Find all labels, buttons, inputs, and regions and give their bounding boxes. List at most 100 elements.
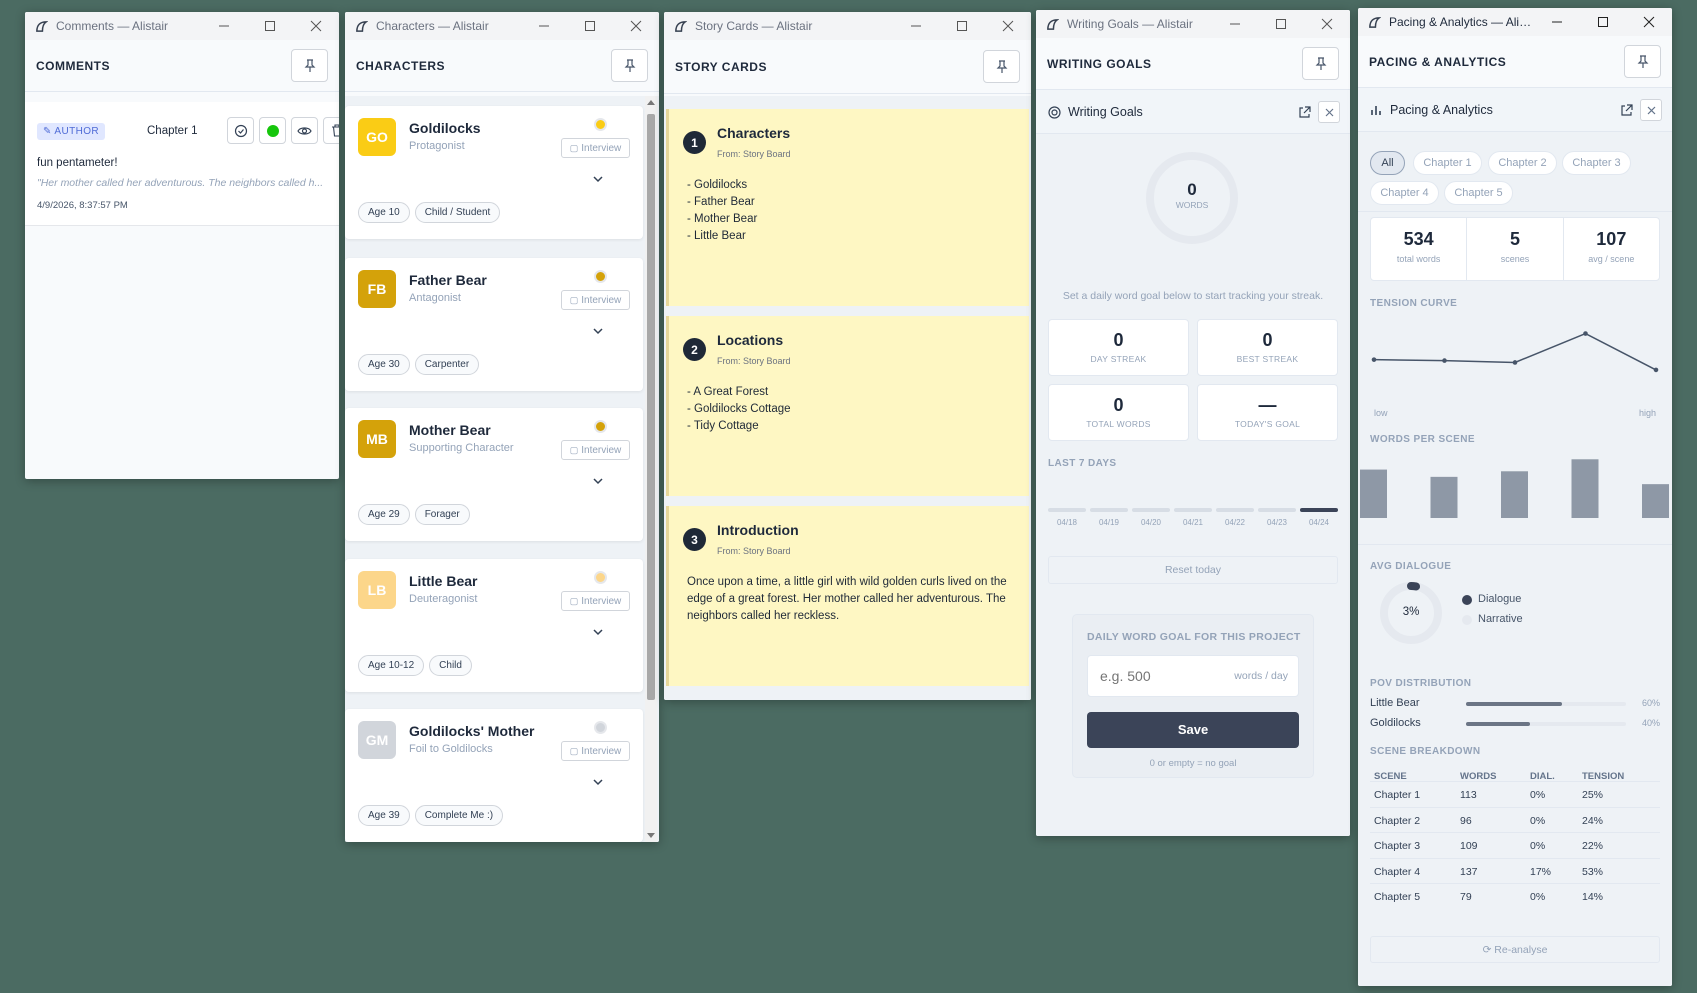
minimize-icon[interactable]: [1534, 8, 1580, 36]
interview-button[interactable]: ▢ Interview: [561, 741, 630, 761]
scrollbar[interactable]: [645, 96, 657, 842]
delete-button[interactable]: [323, 117, 339, 144]
save-button[interactable]: Save: [1087, 712, 1299, 748]
minimize-icon[interactable]: [1212, 10, 1258, 38]
pov-name: Goldilocks: [1370, 717, 1421, 729]
dialogue-label: AVG DIALOGUE: [1370, 561, 1452, 572]
scene-bar: [1360, 469, 1387, 518]
status-dot-icon[interactable]: [594, 420, 607, 433]
table-row[interactable]: Chapter 5 79 0% 14%: [1370, 884, 1660, 910]
title-bar[interactable]: Comments — Alistair: [25, 12, 339, 40]
external-link-icon: [1620, 103, 1633, 116]
day-label: 04/18: [1056, 518, 1078, 527]
avg-scene-stat: 107 avg / scene: [1588, 229, 1635, 264]
legend-narrative-swatch: [1462, 615, 1472, 625]
character-name: Little Bear: [409, 573, 478, 589]
status-dot-icon[interactable]: [594, 721, 607, 734]
character-card[interactable]: GO Goldilocks Protagonist ▢ Interview Age 10 C…: [345, 106, 643, 239]
pin-button[interactable]: [1302, 47, 1339, 80]
status-dot-icon[interactable]: [594, 270, 607, 283]
tab-all[interactable]: All: [1370, 151, 1405, 175]
comment-quote: "Her mother called her adventurous. The …: [37, 177, 324, 189]
character-card[interactable]: FB Father Bear Antagonist ▢ Interview Age 30 C…: [345, 258, 643, 391]
tab-chapter-4[interactable]: Chapter 4: [1370, 181, 1439, 205]
interview-button[interactable]: ▢ Interview: [561, 440, 630, 460]
reset-today-button[interactable]: Reset today: [1048, 556, 1338, 584]
close-icon[interactable]: [985, 12, 1031, 40]
resolve-button[interactable]: [227, 117, 254, 144]
popout-button[interactable]: [1294, 102, 1314, 122]
interview-button[interactable]: ▢ Interview: [561, 290, 630, 310]
story-card[interactable]: 2 Locations From: Story Board - A Great …: [666, 316, 1029, 496]
close-icon[interactable]: [293, 12, 339, 40]
character-card[interactable]: LB Little Bear Deuteragonist ▢ Interview Age …: [345, 559, 643, 692]
pin-button[interactable]: [291, 49, 328, 82]
scroll-up-icon[interactable]: [647, 100, 655, 105]
table-cell: 113: [1460, 789, 1477, 801]
app-logo-icon: [1047, 18, 1059, 30]
tension-point: [1583, 331, 1588, 336]
close-icon[interactable]: [613, 12, 659, 40]
scroll-thumb[interactable]: [647, 114, 655, 700]
tab-chapter-1[interactable]: Chapter 1: [1413, 151, 1482, 175]
tab-chapter-2[interactable]: Chapter 2: [1488, 151, 1557, 175]
legend-narrative: Narrative: [1478, 613, 1523, 625]
close-icon[interactable]: [1626, 8, 1672, 36]
title-bar[interactable]: Writing Goals — Alistair: [1036, 10, 1350, 38]
title-bar[interactable]: Characters — Alistair: [345, 12, 659, 40]
table-row[interactable]: Chapter 2 96 0% 24%: [1370, 808, 1660, 833]
pin-button[interactable]: [983, 50, 1020, 83]
minimize-icon[interactable]: [521, 12, 567, 40]
status-dot-icon[interactable]: [594, 571, 607, 584]
interview-button[interactable]: ▢ Interview: [561, 138, 630, 158]
maximize-icon[interactable]: [247, 12, 293, 40]
popout-button[interactable]: [1616, 100, 1636, 120]
character-card[interactable]: MB Mother Bear Supporting Character ▢ Interv…: [345, 408, 643, 541]
target-icon: [1048, 106, 1061, 119]
color-button[interactable]: [259, 117, 286, 144]
best-streak-stat: 0 BEST STREAK: [1197, 319, 1338, 376]
tab-chapter-3[interactable]: Chapter 3: [1562, 151, 1631, 175]
status-dot-icon[interactable]: [594, 118, 607, 131]
chevron-down-icon[interactable]: [593, 623, 603, 641]
story-card[interactable]: 1 Characters From: Story Board - Goldilo…: [666, 109, 1029, 306]
title-bar[interactable]: Story Cards — Alistair: [664, 12, 1031, 40]
pin-button[interactable]: [611, 49, 648, 82]
interview-button[interactable]: ▢ Interview: [561, 591, 630, 611]
story-card[interactable]: 3 Introduction From: Story Board Once up…: [666, 506, 1029, 686]
reanalyse-button[interactable]: ⟳ Re-analyse: [1370, 936, 1660, 963]
maximize-icon[interactable]: [939, 12, 985, 40]
maximize-icon[interactable]: [1580, 8, 1626, 36]
chevron-down-icon[interactable]: [593, 773, 603, 791]
scroll-down-icon[interactable]: [647, 833, 655, 838]
pov-fill: [1466, 722, 1530, 726]
character-tags: Age 10-12 Child: [358, 655, 472, 676]
column-header: WORDS: [1460, 771, 1497, 782]
chevron-down-icon[interactable]: [593, 472, 603, 490]
table-row[interactable]: Chapter 4 137 17% 53%: [1370, 859, 1660, 884]
close-icon[interactable]: [1304, 10, 1350, 38]
maximize-icon[interactable]: [567, 12, 613, 40]
character-card[interactable]: GM Goldilocks' Mother Foil to Goldilocks ▢ I…: [345, 709, 643, 842]
tension-point: [1442, 358, 1447, 363]
comment-item[interactable]: ✎ AUTHOR Chapter 1 fun pentameter! "Her …: [25, 102, 339, 226]
minimize-icon[interactable]: [893, 12, 939, 40]
chevron-down-icon[interactable]: [593, 322, 603, 340]
close-subpanel-button[interactable]: [1640, 99, 1662, 121]
dialogue-pct: 3%: [1402, 606, 1420, 618]
day-label: 04/24: [1308, 518, 1330, 527]
tension-low-label: low: [1374, 408, 1388, 418]
title-bar[interactable]: Pacing & Analytics — Alis...: [1358, 8, 1672, 36]
character-list[interactable]: GO Goldilocks Protagonist ▢ Interview Age 10 C…: [345, 96, 659, 842]
pin-button[interactable]: [1624, 45, 1661, 78]
close-subpanel-button[interactable]: [1318, 101, 1340, 123]
view-button[interactable]: [291, 117, 318, 144]
goal-input-wrap[interactable]: words / day: [1087, 655, 1299, 697]
table-row[interactable]: Chapter 1 113 0% 25%: [1370, 782, 1660, 808]
maximize-icon[interactable]: [1258, 10, 1304, 38]
goal-input[interactable]: [1088, 656, 1218, 696]
table-row[interactable]: Chapter 3 109 0% 22%: [1370, 833, 1660, 859]
chevron-down-icon[interactable]: [593, 170, 603, 188]
minimize-icon[interactable]: [201, 12, 247, 40]
tab-chapter-5[interactable]: Chapter 5: [1444, 181, 1513, 205]
